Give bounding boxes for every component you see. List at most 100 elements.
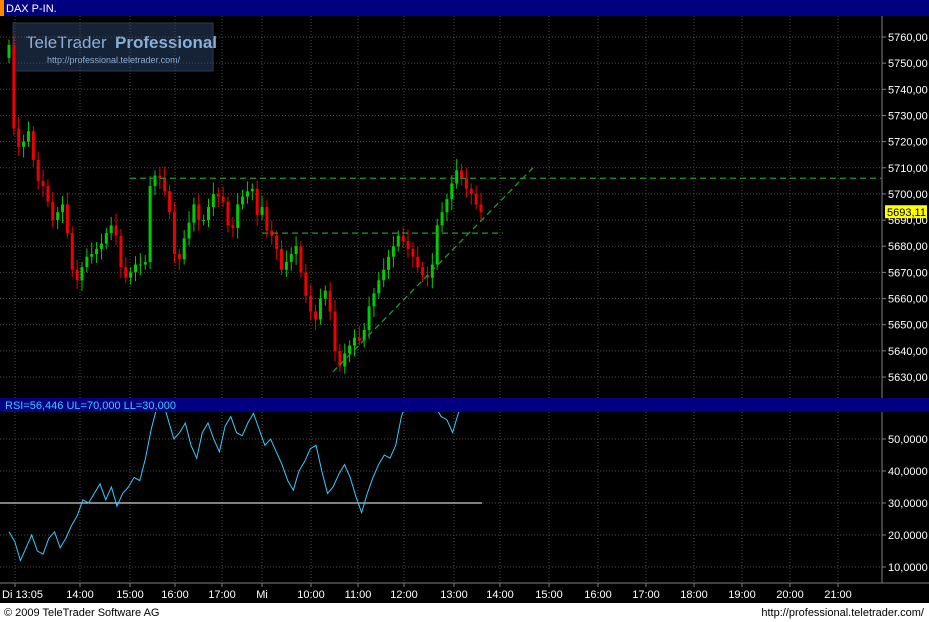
price-tick-label: 5630,00 <box>888 372 928 384</box>
candle-body <box>119 235 123 268</box>
candle-body <box>289 254 293 262</box>
candle-body <box>114 225 118 236</box>
time-tick-label: 20:00 <box>776 589 804 601</box>
time-tick-label: 16:00 <box>161 589 189 601</box>
candle-body <box>17 128 21 147</box>
time-tick-label: 10:00 <box>297 589 325 601</box>
candle-body <box>95 248 99 255</box>
candle-body <box>12 44 16 129</box>
price-tick-label: 5730,00 <box>888 110 928 122</box>
candle-body <box>90 254 94 257</box>
time-tick-label: 18:00 <box>680 589 708 601</box>
teletrader-logo: TeleTrader Professional http://professio… <box>12 22 217 72</box>
title-bar <box>0 0 929 16</box>
time-tick-label: 21:00 <box>824 589 852 601</box>
candle-body <box>61 204 65 213</box>
candle-body <box>143 261 147 265</box>
candle-body <box>138 264 142 266</box>
candle-body <box>382 269 386 281</box>
candle-body <box>411 248 415 257</box>
candle-body <box>226 201 230 226</box>
candle-body <box>51 201 55 221</box>
candle-body <box>469 188 473 194</box>
price-tick-label: 5760,00 <box>888 32 928 44</box>
candle-body <box>168 191 172 213</box>
time-tick-label: 14:00 <box>486 589 514 601</box>
candle-body <box>109 225 113 234</box>
chart-canvas: DAX P-IN. TeleTrader Professional http:/… <box>0 0 929 622</box>
candle-body <box>367 306 371 330</box>
candle-body <box>177 254 181 260</box>
candle-body <box>275 235 279 249</box>
title-bar-marker <box>0 0 4 16</box>
candle-body <box>435 225 439 265</box>
candle-body <box>148 186 152 262</box>
time-tick-label: 19:00 <box>728 589 756 601</box>
candle-body <box>440 212 444 226</box>
footer-url: http://professional.teletrader.com/ <box>761 607 925 619</box>
candle-body <box>75 269 79 281</box>
candle-body <box>352 337 356 346</box>
candle-body <box>207 207 211 221</box>
candle-body <box>46 186 50 202</box>
time-tick-label: 14:00 <box>66 589 94 601</box>
candle-body <box>31 131 35 160</box>
price-tick-label: 5640,00 <box>888 346 928 358</box>
candle-body <box>241 196 245 205</box>
candle-body <box>104 233 108 244</box>
candle-body <box>464 178 468 189</box>
candle-body <box>163 178 167 192</box>
time-tick-label: 11:00 <box>345 589 372 601</box>
candle-body <box>56 212 60 221</box>
candle-body <box>377 280 381 294</box>
candle-body <box>202 220 206 222</box>
candle-body <box>85 256 89 268</box>
candle-body <box>391 246 395 257</box>
rsi-label: RSI=56,446 UL=70,000 LL=30,000 <box>5 400 176 412</box>
candle-body <box>129 272 133 278</box>
candle-body <box>153 175 157 187</box>
time-tick-label: 17:00 <box>208 589 236 601</box>
time-tick-label: Di 13:05 <box>2 589 43 601</box>
time-tick-label: 12:00 <box>390 589 418 601</box>
price-tick-label: 5710,00 <box>888 163 928 175</box>
candle-body <box>362 329 366 341</box>
time-tick-label: 15:00 <box>535 589 563 601</box>
candle-body <box>134 264 138 273</box>
candle-body <box>36 159 40 181</box>
candle-body <box>323 290 327 299</box>
candle-body <box>406 241 410 249</box>
time-tick-label: 15:00 <box>116 589 144 601</box>
price-tick-label: 5740,00 <box>888 84 928 96</box>
logo-brand: TeleTrader <box>26 33 107 52</box>
candle-body <box>255 188 259 215</box>
last-price-value: 5693,11 <box>887 207 926 219</box>
candle-body <box>445 199 449 213</box>
candle-body <box>318 298 322 320</box>
candle-body <box>197 204 201 221</box>
candle-body <box>265 207 269 231</box>
candle-body <box>182 238 186 260</box>
candle-body <box>328 290 332 312</box>
candle-body <box>211 193 215 207</box>
candle-body <box>299 246 303 273</box>
candle-body <box>7 44 11 58</box>
candle-body <box>450 183 454 200</box>
rsi-tick-label: 10,0000 <box>888 562 928 574</box>
price-tick-label: 5750,00 <box>888 58 928 70</box>
candle-body <box>65 204 69 234</box>
candle-body <box>474 193 478 205</box>
time-tick-label: 16:00 <box>584 589 612 601</box>
candle-body <box>455 170 459 184</box>
logo-url: http://professional.teletrader.com/ <box>47 55 181 65</box>
candle-body <box>187 222 191 239</box>
candle-body <box>479 204 483 213</box>
candle-body <box>221 196 225 202</box>
candle-body <box>216 193 220 197</box>
candle-body <box>284 261 288 270</box>
candle-body <box>460 170 464 179</box>
rsi-tick-label: 40,0000 <box>888 466 928 478</box>
candle-body <box>80 267 84 281</box>
candle-body <box>124 267 128 278</box>
footer-copyright: © 2009 TeleTrader Software AG <box>4 607 159 619</box>
